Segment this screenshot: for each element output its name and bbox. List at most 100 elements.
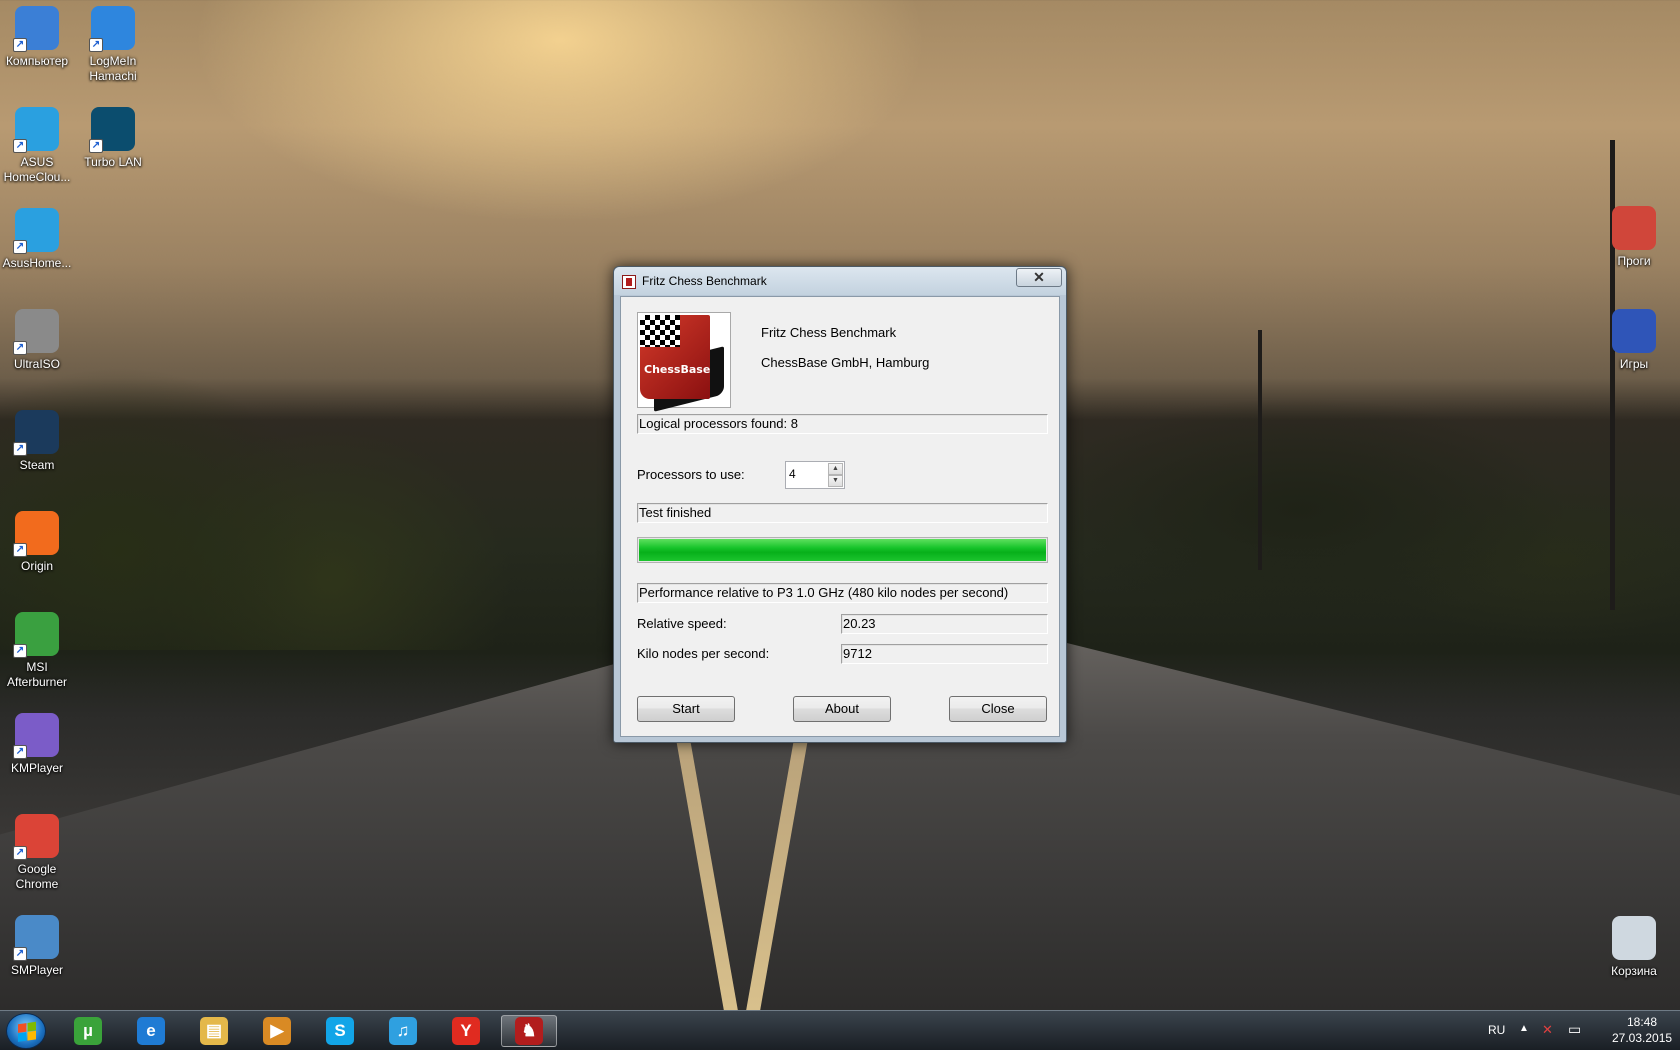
desktop-icon-label: SMPlayer	[10, 963, 63, 977]
desktop-icon[interactable]: ↗ MSI Afterburner	[0, 606, 77, 690]
asus-homecloud-icon: ↗	[13, 208, 59, 254]
processors-label: Processors to use:	[637, 467, 745, 482]
processors-value[interactable]: 4	[789, 467, 796, 481]
status-field: Test finished	[637, 503, 1048, 523]
desktop-icon[interactable]: ↗ Turbo LAN	[73, 101, 153, 170]
taskbar-item[interactable]: ♫	[375, 1015, 431, 1047]
logical-processors-field: Logical processors found: 8	[637, 414, 1048, 434]
desktop-icon[interactable]: ↗ Компьютер	[0, 0, 77, 69]
hamachi-icon: ↗	[89, 6, 135, 52]
desktop-icon-label: Проги	[1617, 254, 1651, 268]
desktop-icon[interactable]: ↗ KMPlayer	[0, 707, 77, 776]
skype-icon: S	[326, 1017, 354, 1045]
clock-time: 18:48	[1626, 1015, 1658, 1029]
desktop-icon-label: UltraISO	[13, 357, 60, 371]
start-button[interactable]	[6, 1013, 46, 1049]
desktop-icon-label: Игры	[1619, 357, 1649, 371]
fritz-app-icon	[622, 275, 636, 289]
relative-speed-value: 20.23	[841, 614, 1048, 634]
desktop-icon[interactable]: ↗ UltraISO	[0, 303, 77, 372]
utility-pole	[1258, 330, 1262, 570]
start-button[interactable]: Start	[637, 696, 735, 722]
desktop-icon-label: Origin	[20, 559, 53, 573]
fritz-benchmark-icon: ♞	[515, 1017, 543, 1045]
spinner-down-button[interactable]: ▼	[828, 475, 843, 487]
asus-homecloud-icon: ↗	[13, 107, 59, 153]
close-button[interactable]: Close	[949, 696, 1047, 722]
show-hidden-icons-icon[interactable]: ▲	[1519, 1023, 1529, 1050]
utorrent-icon: µ	[74, 1017, 102, 1045]
computer-icon: ↗	[13, 6, 59, 52]
taskbar-item[interactable]: µ	[60, 1015, 116, 1047]
programs-folder-icon	[1612, 206, 1656, 250]
itunes-icon: ♫	[389, 1017, 417, 1045]
about-button[interactable]: About	[793, 696, 891, 722]
steam-icon: ↗	[13, 410, 59, 456]
recycle-bin-icon	[1612, 916, 1656, 960]
desktop-icon[interactable]: ↗ LogMeIn Hamachi	[73, 0, 153, 84]
taskbar-item[interactable]: ▶	[249, 1015, 305, 1047]
taskbar-item[interactable]: Y	[438, 1015, 494, 1047]
desktop-icon[interactable]: Проги	[1594, 200, 1674, 269]
chessbase-logo: ChessBase	[637, 312, 731, 412]
network-error-icon[interactable]: ✕	[1542, 1022, 1553, 1050]
desktop-icon-label: Google Chrome	[15, 862, 59, 891]
progress-fill	[639, 539, 1046, 561]
ultraiso-icon: ↗	[13, 309, 59, 355]
shortcut-arrow-icon: ↗	[13, 947, 27, 961]
desktop-icon-label: KMPlayer	[10, 761, 63, 775]
spinner-up-button[interactable]: ▲	[828, 463, 843, 475]
logo-text: ChessBase	[644, 363, 711, 376]
action-center-icon[interactable]: ▭	[1568, 1021, 1581, 1050]
turbo-lan-icon: ↗	[89, 107, 135, 153]
desktop-icon[interactable]: ↗ Google Chrome	[0, 808, 77, 892]
shortcut-arrow-icon: ↗	[13, 543, 27, 557]
language-indicator[interactable]: RU	[1488, 1023, 1505, 1050]
performance-header: Performance relative to P3 1.0 GHz (480 …	[637, 583, 1048, 603]
desktop-icon[interactable]: ↗ ASUS HomeClou...	[0, 101, 77, 185]
window-titlebar[interactable]: Fritz Chess Benchmark ✕	[614, 267, 1066, 295]
taskbar: µ e ▤ ▶ S ♫ Y ♞ RU ▲ ✕ ▭ 18:48 27.03.2015	[0, 1010, 1680, 1050]
shortcut-arrow-icon: ↗	[13, 846, 27, 860]
shortcut-arrow-icon: ↗	[13, 139, 27, 153]
clock[interactable]: 18:48 27.03.2015	[1612, 1014, 1672, 1050]
shortcut-arrow-icon: ↗	[13, 442, 27, 456]
knps-label: Kilo nodes per second:	[637, 646, 770, 661]
benchmark-progress-bar	[637, 537, 1048, 563]
desktop-icon-label: Корзина	[1611, 964, 1657, 978]
taskbar-item[interactable]: ♞	[501, 1015, 557, 1047]
desktop-icon[interactable]: ↗ Origin	[0, 505, 77, 574]
window-title: Fritz Chess Benchmark	[642, 274, 767, 288]
shortcut-arrow-icon: ↗	[13, 745, 27, 759]
knps-value: 9712	[841, 644, 1048, 664]
shortcut-arrow-icon: ↗	[13, 38, 27, 52]
desktop-icon-label: LogMeIn Hamachi	[89, 54, 137, 83]
logo-checkerboard	[640, 315, 680, 347]
desktop-icon-label: AsusHome...	[2, 256, 72, 270]
relative-speed-label: Relative speed:	[637, 616, 727, 631]
taskbar-item[interactable]: e	[123, 1015, 179, 1047]
desktop-icon[interactable]: ↗ SMPlayer	[0, 909, 77, 978]
taskbar-item[interactable]: S	[312, 1015, 368, 1047]
clock-date: 27.03.2015	[1612, 1031, 1673, 1045]
origin-icon: ↗	[13, 511, 59, 557]
explorer-folder-icon: ▤	[200, 1017, 228, 1045]
media-player-icon: ▶	[263, 1017, 291, 1045]
taskbar-item[interactable]: ▤	[186, 1015, 242, 1047]
processors-spinner[interactable]: 4 ▲ ▼	[785, 461, 845, 489]
desktop-icon-label: Turbo LAN	[84, 155, 142, 169]
smplayer-icon: ↗	[13, 915, 59, 961]
desktop-icon[interactable]: ↗ Steam	[0, 404, 77, 473]
windows-logo-icon	[18, 1021, 36, 1043]
window-close-button[interactable]: ✕	[1016, 268, 1062, 287]
games-folder-icon	[1612, 309, 1656, 353]
desktop-icon[interactable]: ↗ AsusHome...	[0, 202, 77, 271]
fritz-benchmark-window: Fritz Chess Benchmark ✕ ChessBase Fritz …	[613, 266, 1067, 743]
desktop-icon[interactable]: Корзина	[1594, 910, 1674, 979]
yandex-browser-icon: Y	[452, 1017, 480, 1045]
desktop-icon-label: ASUS HomeClou...	[3, 155, 71, 184]
desktop-icon-label: Steam	[19, 458, 55, 472]
window-client-area: ChessBase Fritz Chess Benchmark ChessBas…	[620, 296, 1060, 737]
desktop-icon[interactable]: Игры	[1594, 303, 1674, 372]
shortcut-arrow-icon: ↗	[89, 139, 103, 153]
